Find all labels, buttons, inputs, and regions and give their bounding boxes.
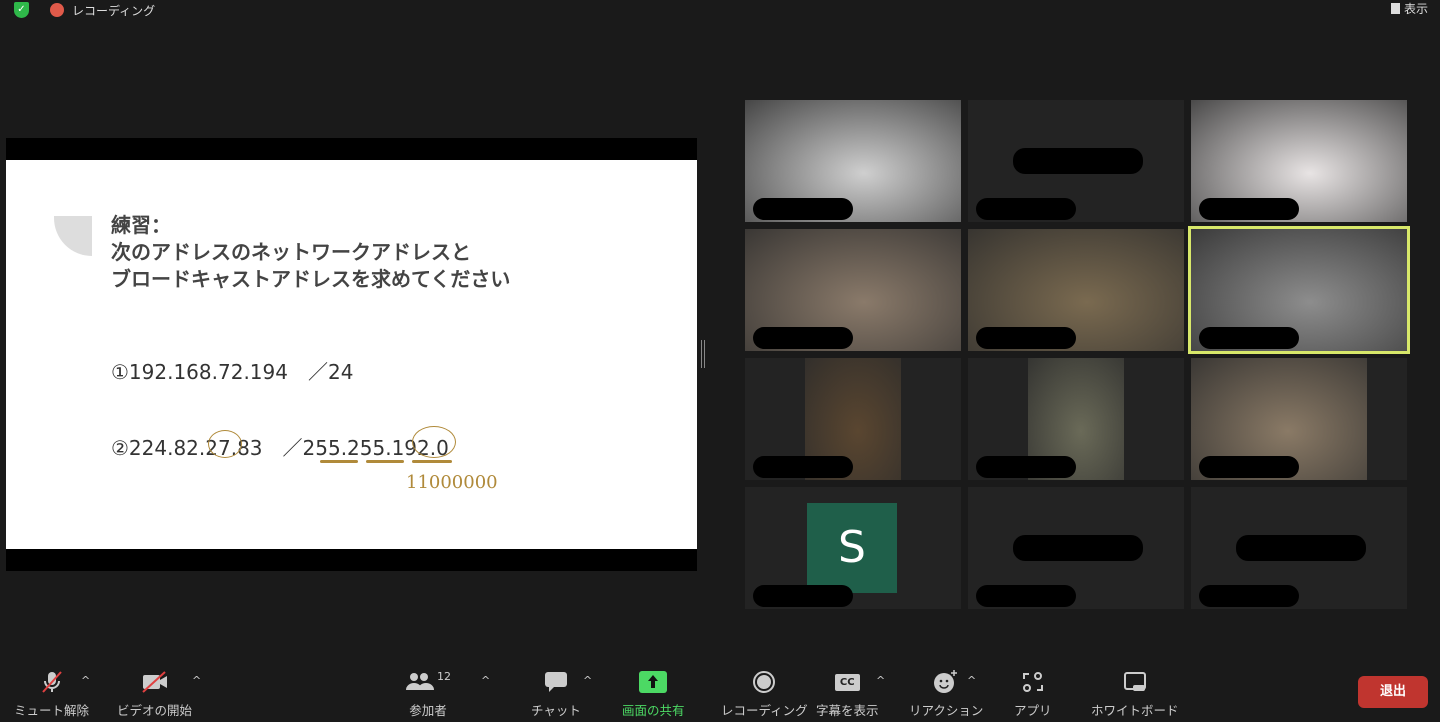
start-video-button[interactable]: ビデオの開始 (117, 670, 192, 719)
redacted-name-label (1199, 585, 1299, 607)
title-line: 練習： (111, 213, 171, 237)
redacted-name-label (1199, 456, 1299, 478)
annotation-circle (412, 426, 456, 458)
question-2: ②224.82.27.83 ／255.255.192.0 (111, 436, 449, 460)
redacted-name-label (753, 327, 853, 349)
unmute-label: ミュート解除 (14, 703, 90, 718)
start-video-label: ビデオの開始 (117, 703, 193, 718)
participant-tile[interactable] (968, 100, 1184, 222)
captions-label: 字幕を表示 (816, 703, 879, 718)
resize-handle[interactable] (701, 340, 705, 368)
cc-badge: CC (834, 673, 860, 691)
redacted-name-label (753, 456, 853, 478)
annotation-underline (412, 460, 452, 463)
redacted-name (1236, 535, 1366, 561)
slide-title: 練習： 次のアドレスのネットワークアドレスと ブロードキャストアドレスを求めてく… (111, 212, 510, 293)
participant-tile[interactable] (745, 229, 961, 351)
redacted-name-label (976, 456, 1076, 478)
whiteboard-icon (1123, 670, 1147, 694)
recording-icon (50, 3, 64, 17)
participant-tile[interactable] (1191, 487, 1407, 609)
share-screen-button[interactable]: 画面の共有 (622, 670, 685, 719)
redacted-name-label (753, 198, 853, 220)
chat-caret[interactable]: ^ (583, 674, 592, 687)
participants-button[interactable]: 12 参加者 (405, 670, 451, 719)
captions-button[interactable]: CC 字幕を表示 (816, 670, 879, 719)
participant-tile[interactable] (1191, 100, 1407, 222)
title-line: 次のアドレスのネットワークアドレスと (111, 240, 471, 264)
recording-label: レコーディング (72, 4, 156, 18)
reaction-emoji-icon (933, 670, 959, 694)
question-1: ①192.168.72.194 ／24 (111, 360, 354, 384)
record-icon (752, 670, 776, 694)
top-bar: ✓ レコーディング 表示 (0, 0, 1440, 20)
participant-tile[interactable] (745, 358, 961, 480)
share-screen-icon (639, 670, 668, 694)
captions-caret[interactable]: ^ (876, 674, 885, 687)
meeting-toolbar: ミュート解除 ^ ビデオの開始 ^ 12 参加者 ^ チャット ^ 画面の共有 … (0, 660, 1440, 722)
annotation-underline (320, 460, 358, 463)
redacted-name-label (976, 585, 1076, 607)
chat-button[interactable]: チャット (531, 670, 581, 719)
whiteboard-label: ホワイトボード (1091, 703, 1179, 718)
whiteboard-button[interactable]: ホワイトボード (1091, 670, 1179, 719)
redacted-name-label (1199, 198, 1299, 220)
participant-count: 12 (437, 670, 451, 683)
participant-tile[interactable] (968, 229, 1184, 351)
closed-captions-icon: CC (834, 670, 860, 694)
share-screen-label: 画面の共有 (622, 703, 685, 718)
chat-icon (543, 670, 569, 694)
redacted-name-label (1199, 327, 1299, 349)
participants-icon: 12 (405, 670, 451, 694)
slide: 練習： 次のアドレスのネットワークアドレスと ブロードキャストアドレスを求めてく… (6, 160, 697, 549)
title-line: ブロードキャストアドレスを求めてください (111, 267, 511, 291)
view-label: 表示 (1403, 2, 1428, 16)
redacted-name (1013, 148, 1143, 174)
video-options-caret[interactable]: ^ (192, 674, 201, 687)
participants-caret[interactable]: ^ (481, 674, 490, 687)
apps-icon (1022, 670, 1044, 694)
redacted-name-label (976, 198, 1076, 220)
participant-tile[interactable] (968, 487, 1184, 609)
audio-options-caret[interactable]: ^ (81, 674, 90, 687)
participant-tile[interactable] (968, 358, 1184, 480)
record-button[interactable]: レコーディング (721, 670, 808, 719)
redacted-name (1013, 535, 1143, 561)
participant-avatar: S (807, 503, 897, 593)
record-label: レコーディング (721, 703, 808, 718)
reactions-label: リアクション (909, 703, 984, 718)
apps-button[interactable]: アプリ (1014, 670, 1052, 719)
handwritten-annotation: 11000000 (406, 472, 498, 493)
annotation-circle (208, 430, 242, 458)
security-shield-icon[interactable]: ✓ (14, 2, 29, 18)
reactions-caret[interactable]: ^ (967, 674, 976, 687)
mic-muted-icon (40, 670, 64, 694)
chat-label: チャット (531, 703, 581, 718)
participant-tile[interactable]: S (745, 487, 961, 609)
leave-button[interactable]: 退出 (1358, 676, 1428, 708)
participant-tile[interactable] (1191, 358, 1407, 480)
view-button[interactable]: 表示 (1390, 0, 1428, 17)
unmute-button[interactable]: ミュート解除 (14, 670, 89, 719)
redacted-name-label (753, 585, 853, 607)
participant-tile[interactable] (745, 100, 961, 222)
annotation-underline (366, 460, 404, 463)
redacted-name-label (976, 327, 1076, 349)
apps-label: アプリ (1014, 703, 1052, 718)
view-icon (1390, 3, 1400, 14)
video-off-icon (141, 670, 169, 694)
shared-screen: 練習： 次のアドレスのネットワークアドレスと ブロードキャストアドレスを求めてく… (6, 138, 697, 571)
slide-decoration (54, 216, 92, 256)
participant-tile[interactable] (1188, 226, 1410, 354)
participants-label: 参加者 (409, 703, 447, 718)
